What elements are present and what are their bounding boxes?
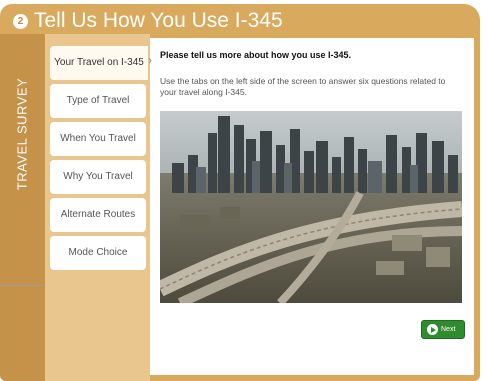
side-nav: Your Travel on I-345 Type of Travel When… [45,34,150,381]
content-instructions: Use the tabs on the left side of the scr… [160,76,446,97]
nav-item-alternate-routes[interactable]: Alternate Routes [50,198,146,232]
aerial-city-photo [160,111,462,303]
step-number-badge: 2 [13,14,28,29]
pointer-line [0,285,44,286]
vertical-title: TRAVEL SURVEY [14,77,30,191]
nav-item-your-travel[interactable]: Your Travel on I-345 [50,46,148,80]
vertical-tab: TRAVEL SURVEY [0,34,45,381]
next-button-label: Next [441,326,456,333]
nav-item-type-of-travel[interactable]: Type of Travel [50,84,146,118]
play-arrow-icon [427,324,438,335]
nav-item-why-you-travel[interactable]: Why You Travel [50,160,146,194]
nav-item-when-you-travel[interactable]: When You Travel [50,122,146,156]
chevron-right-icon: › [148,53,152,67]
next-button[interactable]: Next [421,320,465,339]
header: 2 Tell Us How You Use I-345 [0,4,480,34]
page-title: Tell Us How You Use I-345 [34,9,283,32]
nav-item-mode-choice[interactable]: Mode Choice [50,236,146,270]
content-title: Please tell us more about how you use I-… [160,50,352,60]
